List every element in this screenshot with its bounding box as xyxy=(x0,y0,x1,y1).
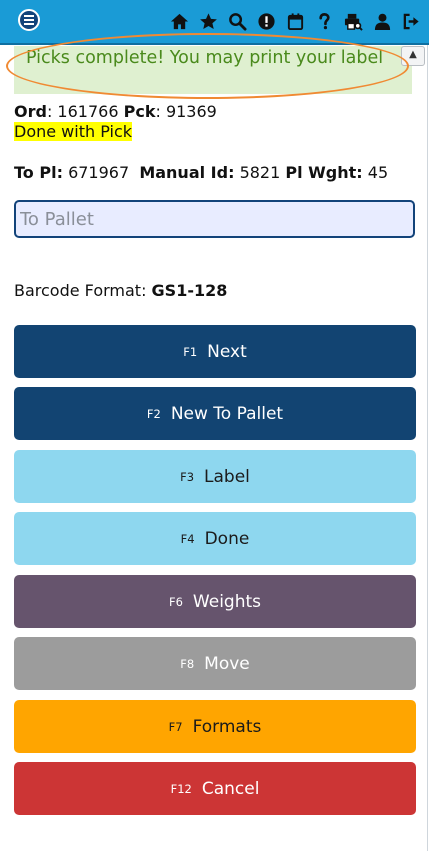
new-to-pallet-button[interactable]: F2 New To Pallet xyxy=(14,387,416,440)
search-icon[interactable] xyxy=(227,11,247,31)
pallet-info: To Pl: 671967 Manual Id: 5821 Pl Wght: 4… xyxy=(14,163,388,183)
barcode-format-value: GS1-128 xyxy=(151,281,228,300)
label-button[interactable]: F3 Label xyxy=(14,450,416,503)
fkey-label: F8 xyxy=(180,656,195,671)
fkey-label: F6 xyxy=(168,594,183,609)
picks-complete-alert: Picks complete! You may print your label xyxy=(14,46,412,94)
button-label: Done xyxy=(204,528,250,549)
cancel-button[interactable]: F12 Cancel xyxy=(14,762,416,815)
fkey-label: F4 xyxy=(180,531,195,546)
home-icon[interactable] xyxy=(169,11,189,31)
manual-id-label: Manual Id: xyxy=(139,163,235,182)
calendar-icon[interactable] xyxy=(285,11,305,31)
pick-status-line: Done with Pick xyxy=(14,122,133,142)
search-printer-icon[interactable] xyxy=(343,11,363,31)
button-label: Formats xyxy=(192,716,262,737)
to-pl-value: 671967 xyxy=(68,163,130,182)
top-navbar xyxy=(0,0,429,45)
formats-button[interactable]: F7 Formats xyxy=(14,700,416,753)
fkey-label: F7 xyxy=(168,719,183,734)
fkey-label: F3 xyxy=(180,469,195,484)
pl-wght-label: Pl Wght: xyxy=(285,163,363,182)
logout-icon[interactable] xyxy=(401,11,421,31)
fkey-label: F1 xyxy=(183,344,198,359)
help-icon[interactable] xyxy=(314,11,334,31)
button-label: Next xyxy=(207,341,247,362)
fkey-label: F2 xyxy=(146,406,161,421)
alert-collapse-button[interactable]: ▲ xyxy=(401,46,425,66)
ord-label: Ord xyxy=(14,102,47,121)
star-icon[interactable] xyxy=(198,11,218,31)
pick-status: Done with Pick xyxy=(14,122,133,141)
ord-value: : 161766 xyxy=(46,102,119,121)
pck-label: Pck xyxy=(123,102,156,121)
navbar-icons xyxy=(169,11,421,31)
manual-id-value: 5821 xyxy=(239,163,281,182)
done-button[interactable]: F4 Done xyxy=(14,512,416,565)
button-label: New To Pallet xyxy=(170,403,284,424)
pck-value: : 91369 xyxy=(155,102,217,121)
barcode-format: Barcode Format: GS1-128 xyxy=(14,281,227,301)
move-button[interactable]: F8 Move xyxy=(14,637,416,690)
user-icon[interactable] xyxy=(372,11,392,31)
button-label: Weights xyxy=(192,591,262,612)
alert-icon[interactable] xyxy=(256,11,276,31)
alert-message: Picks complete! You may print your label xyxy=(26,48,384,68)
button-label: Move xyxy=(204,653,250,674)
order-info: Ord: 161766 Pck: 91369 xyxy=(14,102,217,122)
button-label: Label xyxy=(204,466,250,487)
menu-icon[interactable] xyxy=(18,9,40,31)
pl-wght-value: 45 xyxy=(367,163,389,182)
weights-button[interactable]: F6 Weights xyxy=(14,575,416,628)
button-label: Cancel xyxy=(201,778,260,799)
next-button[interactable]: F1 Next xyxy=(14,325,416,378)
to-pallet-input[interactable] xyxy=(14,200,415,238)
to-pl-label: To Pl: xyxy=(14,163,63,182)
fkey-label: F12 xyxy=(170,781,192,796)
barcode-format-label: Barcode Format: xyxy=(14,281,147,300)
